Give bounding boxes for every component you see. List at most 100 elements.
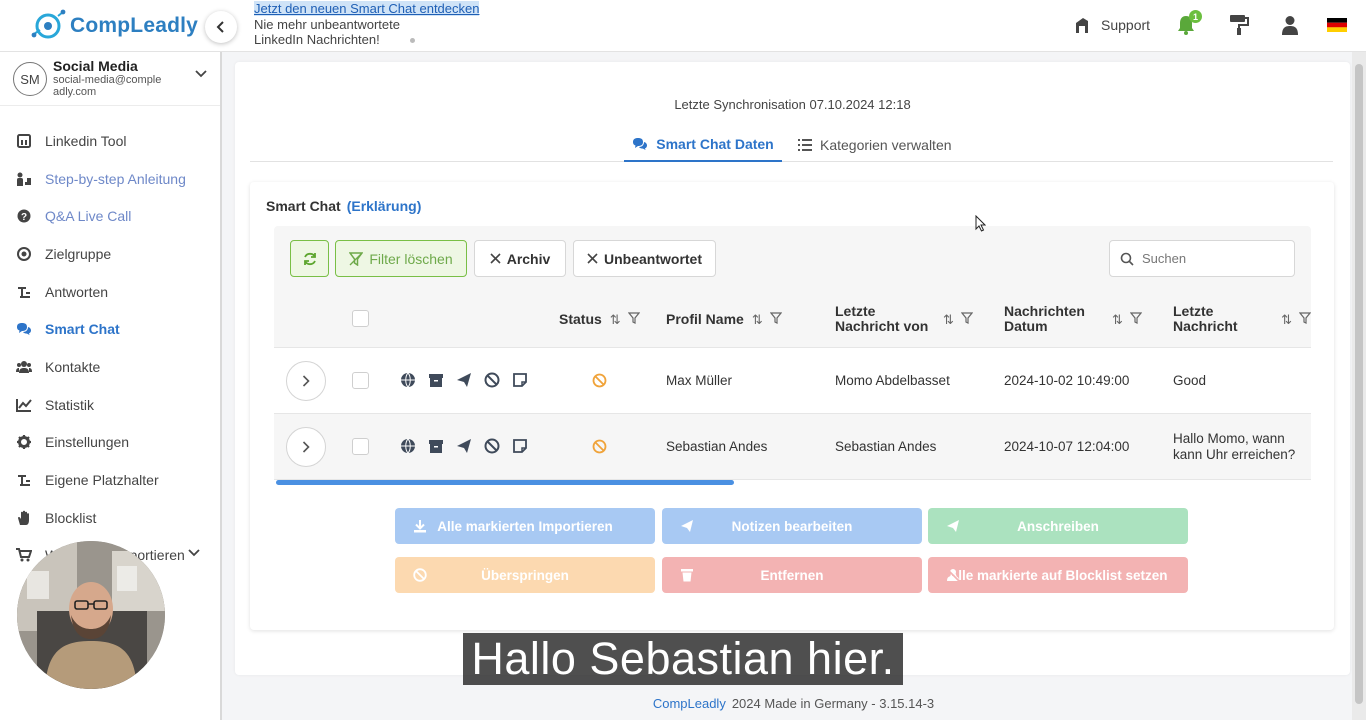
globe-icon[interactable] [400, 438, 416, 454]
cell-last-from: Momo Abdelbasset [835, 373, 950, 388]
cell-last-from: Sebastian Andes [835, 439, 937, 454]
sidebar-item-label: Q&A Live Call [45, 208, 132, 225]
write-button[interactable]: Anschreiben [928, 508, 1188, 544]
globe-icon[interactable] [400, 372, 416, 388]
sort-icon[interactable]: ⇅ [1281, 312, 1292, 327]
header-status[interactable]: Status ⇅ [559, 290, 640, 348]
gear-icon [16, 434, 32, 450]
header-profile-label: Profil Name [666, 310, 744, 327]
refresh-button[interactable] [290, 240, 329, 277]
refresh-icon [303, 252, 316, 265]
sidebar-item-step-by-step[interactable]: Step-by-step Anleitung [0, 160, 220, 198]
status-blocked-icon [592, 439, 607, 454]
table-row[interactable]: Sebastian Andes Sebastian Andes 2024-10-… [274, 414, 1311, 480]
archive-icon[interactable] [428, 438, 444, 454]
expand-row-button[interactable] [286, 361, 326, 401]
clear-filter-button[interactable]: Filter löschen [335, 240, 467, 277]
account-switcher[interactable]: SM Social Media social-media@compleadly.… [0, 52, 220, 106]
sidebar-item-label: Antworten [45, 283, 109, 300]
sidebar-item-blocklist[interactable]: Blocklist [0, 499, 220, 537]
logo[interactable]: CompLeadly [30, 8, 198, 44]
block-icon[interactable] [484, 438, 500, 454]
block-icon[interactable] [484, 372, 500, 388]
sidebar-item-kontakte[interactable]: Kontakte [0, 348, 220, 386]
unanswered-filter-button[interactable]: Unbeantwortet [573, 240, 716, 277]
note-icon[interactable] [512, 438, 528, 454]
paint-roller-button[interactable] [1228, 14, 1250, 36]
search-input[interactable] [1142, 251, 1282, 266]
import-selected-button[interactable]: Alle markierten Importieren [395, 508, 655, 544]
remove-button[interactable]: Entfernen [662, 557, 922, 593]
edit-notes-button[interactable]: Notizen bearbeiten [662, 508, 922, 544]
page-scrollbar[interactable] [1352, 52, 1366, 720]
filter-slash-icon [349, 251, 364, 266]
contacts-icon [16, 359, 32, 375]
row-actions [400, 372, 528, 388]
table-row[interactable]: Max Müller Momo Abdelbasset 2024-10-02 1… [274, 348, 1311, 414]
filter-icon[interactable] [960, 311, 974, 327]
note-icon[interactable] [512, 372, 528, 388]
filter-icon[interactable] [769, 311, 782, 327]
close-icon [587, 253, 598, 264]
carousel-dot[interactable] [409, 38, 415, 44]
account-email: social-media@compleadly.com [53, 74, 162, 98]
send-icon[interactable] [456, 372, 472, 388]
sidebar-item-zielgruppe[interactable]: Zielgruppe [0, 235, 220, 273]
support-button[interactable]: Support [1073, 15, 1150, 35]
skip-button[interactable]: Überspringen [395, 557, 655, 593]
select-all-checkbox[interactable] [352, 310, 369, 327]
placeholder-icon [16, 472, 32, 488]
table-header: Status ⇅ Profil Name ⇅ Letzte Nachricht … [274, 290, 1312, 348]
tab-label: Kategorien verwalten [820, 137, 952, 153]
archive-icon[interactable] [428, 372, 444, 388]
sort-icon[interactable]: ⇅ [610, 312, 621, 327]
sidebar-item-antworten[interactable]: Antworten [0, 273, 220, 311]
header-last-message[interactable]: Letzte Nachricht ⇅ [1173, 290, 1312, 348]
tab-kategorien-verwalten[interactable]: Kategorien verwalten [798, 128, 952, 162]
question-icon: ? [16, 208, 32, 224]
explanation-link[interactable]: (Erklärung) [347, 198, 422, 214]
row-checkbox[interactable] [352, 372, 369, 389]
archive-filter-button[interactable]: Archiv [474, 240, 566, 277]
sort-icon[interactable]: ⇅ [752, 312, 763, 327]
collapse-sidebar-button[interactable] [205, 11, 237, 43]
send-icon[interactable] [456, 438, 472, 454]
cell-last-message: Hallo Momo, wann kann Uhr erreichen? [1173, 431, 1296, 462]
header-date[interactable]: Nachrichten Datum ⇅ [1004, 290, 1143, 348]
notifications-button[interactable]: 1 [1175, 10, 1202, 36]
profile-button[interactable] [1279, 14, 1301, 36]
header-profile-name[interactable]: Profil Name ⇅ [666, 290, 782, 348]
blocklist-selected-button[interactable]: Alle markierte auf Blocklist setzen [928, 557, 1188, 593]
chart-icon [16, 397, 32, 413]
card-title-text: Smart Chat [266, 198, 341, 214]
sidebar-item-statistik[interactable]: Statistik [0, 386, 220, 424]
sidebar-item-label: Statistik [45, 396, 95, 413]
sidebar-item-einstellungen[interactable]: Einstellungen [0, 424, 220, 462]
filter-icon[interactable] [1129, 311, 1143, 327]
footer-text: 2024 Made in Germany - 3.15.14-3 [731, 696, 935, 711]
blocklist-label: Alle markierte auf Blocklist setzen [948, 567, 1168, 583]
filter-icon[interactable] [627, 311, 640, 327]
announcement: Jetzt den neuen Smart Chat entdecken Nie… [254, 1, 480, 48]
table-horizontal-scrollbar[interactable] [276, 480, 734, 485]
sidebar-item-qa-live-call[interactable]: ? Q&A Live Call [0, 197, 220, 235]
sidebar-item-eigene-platzhalter[interactable]: Eigene Platzhalter [0, 461, 220, 499]
header-last-from-label: Letzte Nachricht von [835, 303, 929, 334]
expand-row-button[interactable] [286, 427, 326, 467]
language-button[interactable] [1326, 14, 1348, 36]
announcement-link[interactable]: Jetzt den neuen Smart Chat entdecken [254, 1, 480, 16]
page-scrollbar-thumb[interactable] [1355, 64, 1363, 704]
footer-brand[interactable]: CompLeadly [653, 696, 726, 711]
paint-roller-icon [1230, 15, 1249, 35]
cell-date: 2024-10-02 10:49:00 [1004, 373, 1130, 388]
sort-icon[interactable]: ⇅ [1112, 312, 1123, 327]
tab-smart-chat-daten[interactable]: Smart Chat Daten [624, 128, 782, 162]
row-checkbox[interactable] [352, 438, 369, 455]
filter-icon[interactable] [1298, 311, 1312, 327]
header-last-from[interactable]: Letzte Nachricht von ⇅ [835, 290, 974, 348]
sort-icon[interactable]: ⇅ [943, 312, 954, 327]
notes-label: Notizen bearbeiten [731, 518, 853, 534]
sidebar-item-linkedin-tool[interactable]: Linkedin Tool [0, 122, 220, 160]
cell-last-message: Good [1173, 373, 1207, 388]
sidebar-item-smart-chat[interactable]: Smart Chat [0, 310, 220, 348]
